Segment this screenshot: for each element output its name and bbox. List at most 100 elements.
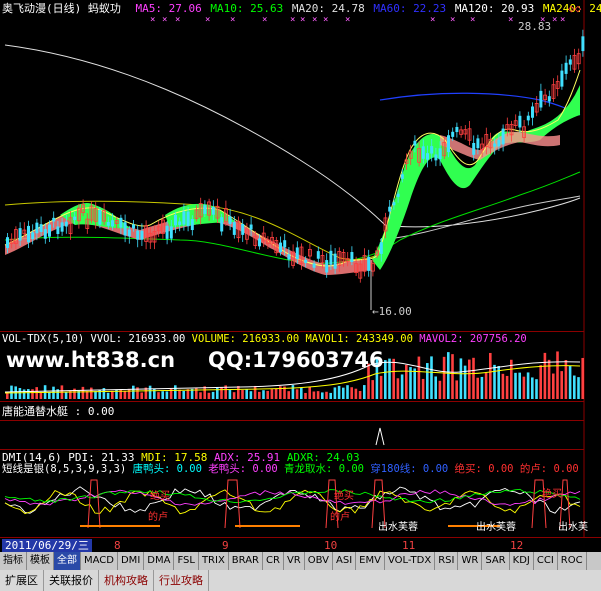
tab-vr[interactable]: VR	[284, 552, 305, 570]
tab-emv[interactable]: EMV	[356, 552, 385, 570]
volume-bar	[157, 392, 160, 399]
tab-sar[interactable]: SAR	[482, 552, 510, 570]
candle-body	[182, 211, 186, 225]
tab-industry[interactable]: 行业攻略	[154, 570, 209, 591]
tab-roc[interactable]: ROC	[558, 552, 587, 570]
marker-x: ×	[290, 15, 295, 25]
tab-dma[interactable]: DMA	[144, 552, 175, 570]
short-name: 短线是银(8,5,3,9,3,3)	[2, 463, 127, 475]
candle-body	[472, 142, 476, 155]
tab-cci[interactable]: CCI	[534, 552, 558, 570]
tab-trix[interactable]: TRIX	[199, 552, 229, 570]
tab-asi[interactable]: ASI	[333, 552, 357, 570]
candle-body	[312, 263, 316, 268]
vol-header: VOL-TDX(5,10) VVOL: 216933.00 VOLUME: 21…	[2, 333, 527, 346]
tab-macd[interactable]: MACD	[81, 552, 118, 570]
marker-x: ×	[470, 15, 475, 25]
marker-x: ×	[508, 15, 513, 25]
ma120-line	[379, 195, 581, 241]
volume-bar	[291, 385, 295, 399]
volume-bar	[413, 368, 416, 399]
tab-institution[interactable]: 机构攻略	[99, 570, 154, 591]
volume-bar	[199, 392, 202, 399]
candle-body	[438, 148, 442, 160]
signal-chushui: 出水芙蓉	[476, 522, 516, 533]
volume-bar	[287, 391, 290, 399]
panel-divider	[0, 331, 584, 332]
short-header: 短线是银(8,5,3,9,3,3) 唐鸭头: 0.00 老鸭头: 0.00 青龙…	[2, 463, 579, 476]
volume-bar	[342, 387, 345, 399]
volume-bar	[220, 387, 223, 399]
tab-kdj[interactable]: KDJ	[510, 552, 534, 570]
volume-bar	[300, 387, 303, 399]
candle-body	[119, 217, 123, 228]
candle-body	[329, 250, 333, 265]
candle-body	[18, 228, 22, 241]
marker-row: × × × × × × × × × × × × × × × × × ×	[150, 15, 565, 25]
signal-pulse	[87, 479, 101, 529]
candle-body	[367, 256, 371, 271]
tab-indicator[interactable]: 指标	[0, 552, 27, 570]
tab-brar[interactable]: BRAR	[229, 552, 263, 570]
tab-all[interactable]: 全部	[54, 552, 81, 570]
volume-bar	[493, 364, 496, 399]
candle-body	[52, 217, 56, 222]
panel-divider	[0, 449, 584, 450]
volume-bar	[480, 376, 484, 399]
candle-body	[283, 240, 287, 248]
tab-obv[interactable]: OBV	[305, 552, 333, 570]
candle-body	[174, 214, 177, 226]
volume-bar	[459, 358, 463, 399]
volume-bar	[358, 390, 362, 399]
month-label: 10	[324, 539, 338, 552]
tab-extension[interactable]: 扩展区	[0, 570, 44, 591]
tab-rsi[interactable]: RSI	[435, 552, 459, 570]
volume-bar	[489, 352, 492, 399]
volume-bar	[253, 385, 257, 399]
tab-wr[interactable]: WR	[458, 552, 483, 570]
candle-body	[447, 135, 450, 153]
candle-body	[518, 115, 522, 128]
candle-body	[249, 224, 253, 230]
volume-bar	[22, 389, 26, 399]
candle-body	[127, 229, 131, 237]
candle-body	[140, 230, 144, 240]
candle-body	[476, 138, 480, 149]
volume-bar	[312, 391, 316, 399]
volume-bar	[241, 389, 244, 399]
marker-x: ×	[175, 15, 180, 25]
volume-bar	[392, 358, 395, 399]
signal-dilu: 的卢	[330, 512, 350, 523]
volume-bar	[451, 354, 454, 399]
candle-body	[178, 221, 182, 225]
candle-body	[106, 221, 110, 226]
dilu-value: 的卢: 0.00	[519, 463, 579, 475]
tab-related-quote[interactable]: 关联报价	[44, 570, 99, 591]
volume-bar	[363, 385, 366, 399]
candle-body	[434, 154, 438, 161]
volume-bar	[165, 391, 169, 399]
volume-bar	[384, 360, 387, 399]
candle-body	[56, 226, 60, 234]
volume-bar	[463, 365, 467, 399]
candle-body	[325, 260, 329, 273]
tab-template[interactable]: 模板	[27, 552, 54, 570]
volume-bar	[35, 387, 38, 399]
candle-body	[564, 62, 568, 74]
candle-body	[279, 242, 282, 253]
candle-body	[228, 216, 232, 224]
current-date: 2011/06/29/三	[2, 539, 92, 552]
tab-cr[interactable]: CR	[263, 552, 284, 570]
tab-dmi[interactable]: DMI	[118, 552, 145, 570]
volume-bar	[434, 376, 437, 399]
marker-x: ×	[450, 15, 455, 25]
volume-bar	[455, 380, 458, 399]
tab-vol-tdx[interactable]: VOL-TDX	[385, 552, 436, 570]
tab-fsl[interactable]: FSL	[174, 552, 199, 570]
marker-x: ×	[540, 15, 545, 25]
volume-bar	[531, 377, 534, 399]
tang-spike	[375, 427, 385, 446]
candle-body	[316, 251, 320, 259]
candle-body	[136, 230, 140, 240]
candle-body	[547, 96, 551, 102]
